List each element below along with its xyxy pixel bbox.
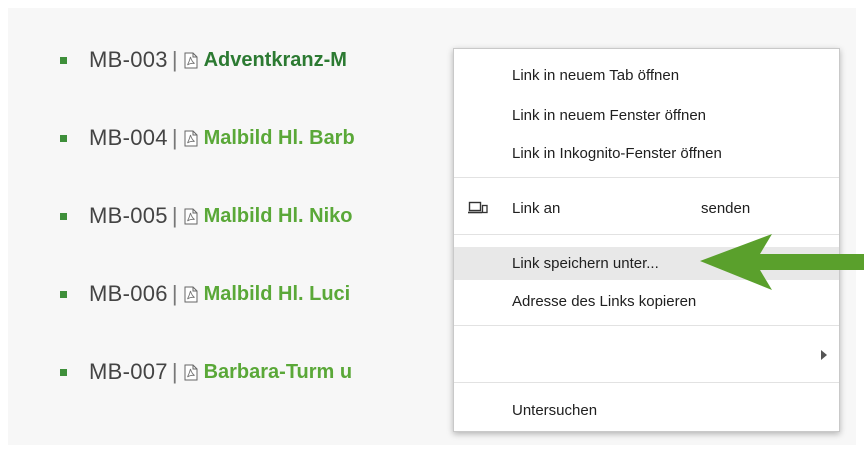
item-separator: |: [171, 125, 178, 150]
pdf-file-icon: [184, 52, 198, 69]
left-arrow-icon: [700, 234, 864, 302]
bullet-icon: [60, 212, 67, 220]
list-item: MB-005 | Malbild Hl. Niko: [60, 198, 352, 234]
chevron-right-icon: [821, 350, 827, 360]
bullet-icon: [60, 290, 67, 298]
menu-item-label: Link in neuem Tab öffnen: [512, 67, 680, 84]
menu-separator: [454, 325, 839, 326]
bullet-icon: [60, 134, 67, 142]
menu-item-open-new-tab[interactable]: Link in neuem Tab öffnen: [454, 59, 839, 92]
download-link[interactable]: Malbild Hl. Luci: [204, 283, 351, 306]
item-code: MB-006: [89, 281, 168, 306]
bullet-icon: [60, 56, 67, 64]
pdf-file-icon: [184, 208, 198, 225]
menu-item-send-link[interactable]: Link an senden: [454, 192, 839, 225]
pdf-file-icon: [184, 130, 198, 147]
list-item: MB-007 | Barbara-Turm u: [60, 354, 352, 390]
item-code: MB-003: [89, 47, 168, 72]
menu-item-label: Untersuchen: [512, 402, 598, 419]
menu-item-submenu[interactable]: [454, 339, 839, 372]
menu-item-label: Link an: [512, 200, 561, 217]
download-link[interactable]: Barbara-Turm u: [204, 361, 353, 384]
menu-item-open-incognito[interactable]: Link in Inkognito-Fenster öffnen: [454, 137, 839, 170]
item-separator: |: [171, 203, 178, 228]
item-code: MB-007: [89, 359, 168, 384]
item-code: MB-004: [89, 125, 168, 150]
list-item: MB-004 | Malbild Hl. Barb: [60, 120, 355, 156]
pdf-file-icon: [184, 364, 198, 381]
menu-item-label: Link speichern unter...: [512, 255, 659, 272]
item-separator: |: [171, 47, 178, 72]
menu-item-label: Link in Inkognito-Fenster öffnen: [512, 145, 722, 162]
menu-separator: [454, 177, 839, 178]
download-link[interactable]: Malbild Hl. Niko: [204, 205, 353, 228]
download-link[interactable]: Adventkranz-M: [204, 49, 347, 72]
menu-separator: [454, 382, 839, 383]
menu-item-open-new-window[interactable]: Link in neuem Fenster öffnen: [454, 99, 839, 132]
item-separator: |: [171, 281, 178, 306]
item-separator: |: [171, 359, 178, 384]
item-code: MB-005: [89, 203, 168, 228]
pdf-file-icon: [184, 286, 198, 303]
menu-item-label: Link in neuem Fenster öffnen: [512, 107, 707, 124]
menu-item-label-suffix: senden: [701, 200, 751, 217]
bullet-icon: [60, 368, 67, 376]
menu-item-inspect[interactable]: Untersuchen: [454, 394, 839, 427]
menu-item-label: Adresse des Links kopieren: [512, 293, 697, 310]
list-item: MB-006 | Malbild Hl. Luci: [60, 276, 350, 312]
devices-icon: [468, 200, 488, 216]
download-link[interactable]: Malbild Hl. Barb: [204, 127, 355, 150]
list-item: MB-003 | Adventkranz-M: [60, 42, 347, 78]
